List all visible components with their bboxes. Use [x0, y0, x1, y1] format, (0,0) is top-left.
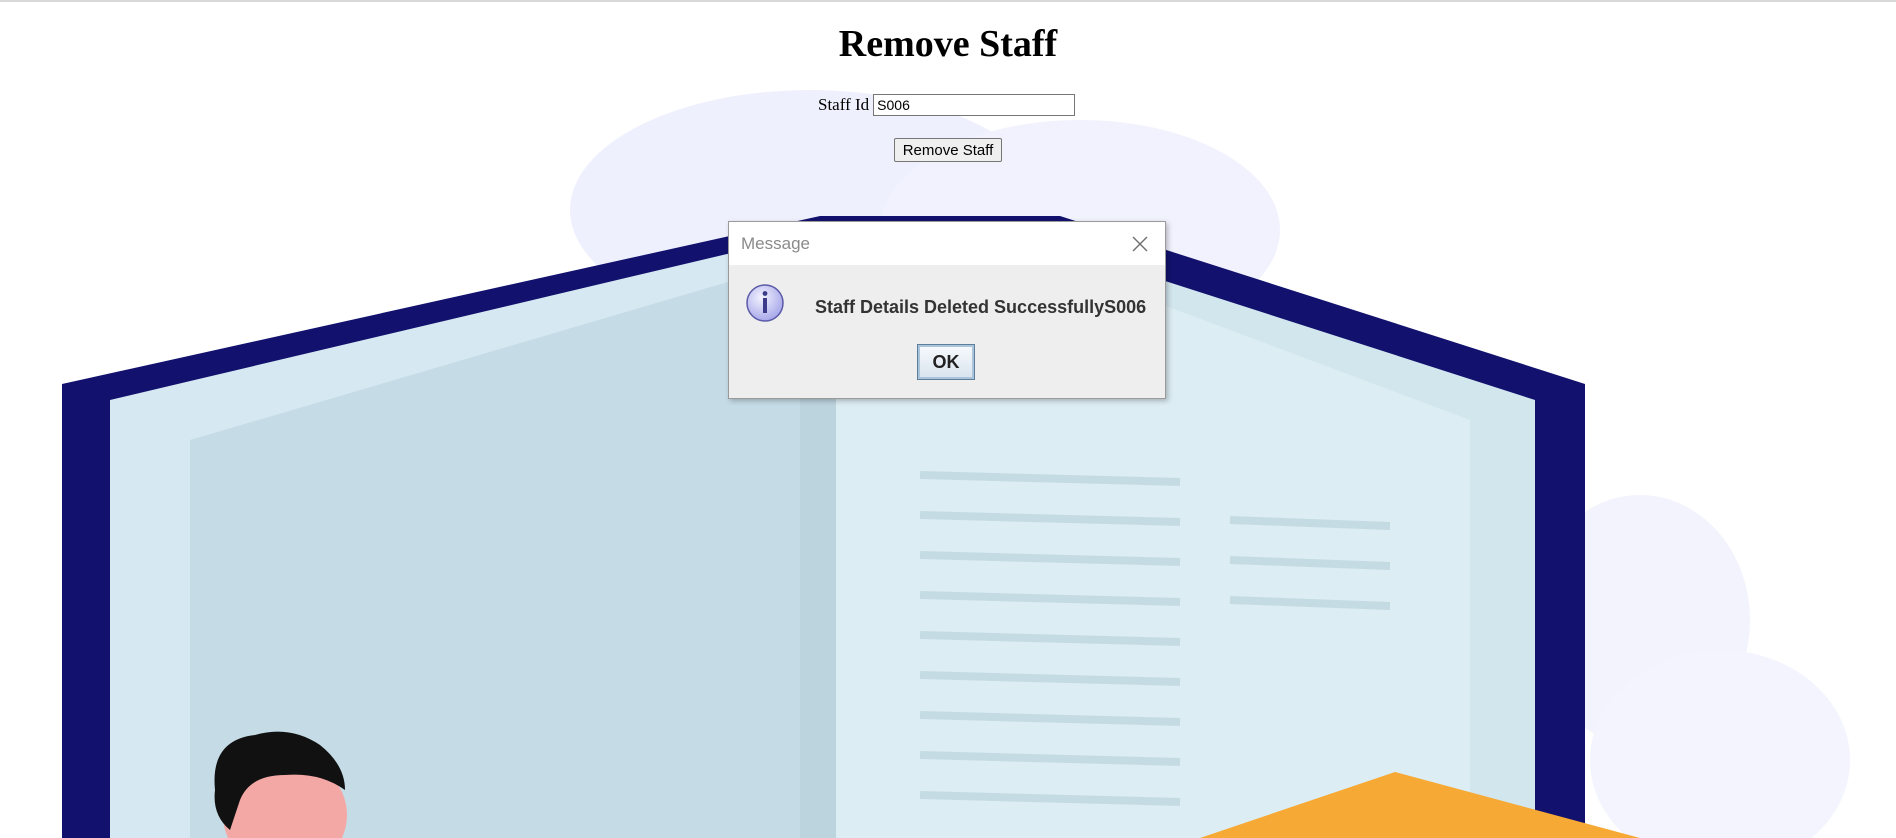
dialog-titlebar[interactable]: Message	[729, 222, 1165, 265]
page-title: Remove Staff	[838, 23, 1058, 65]
remove-staff-button[interactable]: Remove Staff	[894, 138, 1002, 162]
message-dialog: Message Staff Details Deleted Successful…	[728, 221, 1166, 399]
staff-id-label: Staff Id	[818, 95, 870, 114]
info-icon	[746, 284, 784, 322]
ok-button[interactable]: OK	[917, 344, 975, 380]
staff-id-input[interactable]	[873, 94, 1076, 116]
background-book-illustration	[62, 90, 1850, 838]
staff-id-row: Staff Id	[818, 93, 1076, 117]
dialog-title: Message	[741, 234, 810, 253]
app-window: Remove Staff Staff Id Remove Staff Messa…	[0, 0, 1896, 838]
dialog-message: Staff Details Deleted SuccessfullyS006	[815, 297, 1147, 317]
close-icon[interactable]	[1129, 233, 1151, 255]
